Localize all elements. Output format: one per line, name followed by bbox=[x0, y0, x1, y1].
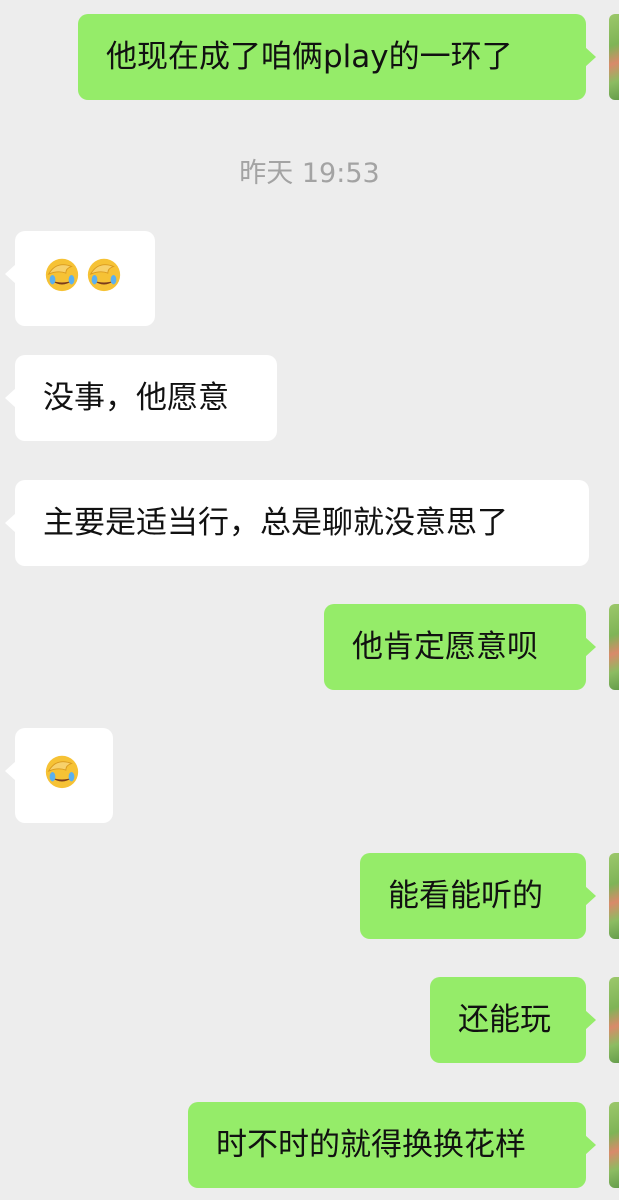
message-row-outgoing: 他现在成了咱俩play的一环了 bbox=[0, 14, 619, 100]
message-row-incoming: 没事，他愿意 bbox=[0, 355, 619, 441]
message-row-incoming bbox=[0, 728, 619, 823]
face-palm-crying-emoji bbox=[45, 258, 79, 292]
self-avatar[interactable] bbox=[609, 1102, 619, 1188]
face-palm-crying-emoji bbox=[45, 755, 79, 789]
message-bubble-outgoing[interactable]: 他肯定愿意呗 bbox=[324, 604, 596, 690]
message-row-incoming bbox=[0, 231, 619, 326]
message-bubble-outgoing[interactable]: 他现在成了咱俩play的一环了 bbox=[78, 14, 596, 100]
message-bubble-incoming[interactable] bbox=[5, 231, 155, 326]
message-text: 还能玩 bbox=[458, 1002, 551, 1038]
self-avatar[interactable] bbox=[609, 604, 619, 690]
message-text: 他肯定愿意呗 bbox=[352, 629, 538, 665]
message-text: 时不时的就得换换花样 bbox=[216, 1127, 526, 1163]
self-avatar[interactable] bbox=[609, 853, 619, 939]
message-bubble-incoming[interactable]: 没事，他愿意 bbox=[5, 355, 277, 441]
message-bubble-incoming[interactable]: 主要是适当行，总是聊就没意思了 bbox=[5, 480, 589, 566]
message-bubble-outgoing[interactable]: 还能玩 bbox=[430, 977, 596, 1063]
message-text: 主要是适当行，总是聊就没意思了 bbox=[43, 505, 508, 541]
message-row-outgoing: 还能玩 bbox=[0, 977, 619, 1063]
message-row-incoming: 主要是适当行，总是聊就没意思了 bbox=[0, 480, 619, 566]
message-row-outgoing: 时不时的就得换换花样 bbox=[0, 1102, 619, 1188]
message-bubble-outgoing[interactable]: 能看能听的 bbox=[360, 853, 596, 939]
message-text: 他现在成了咱俩play的一环了 bbox=[106, 39, 513, 75]
face-palm-crying-emoji bbox=[87, 258, 121, 292]
chat-area[interactable]: 他现在成了咱俩play的一环了 昨天 19:53 没事，他愿意 主要是适当行，总… bbox=[0, 0, 619, 1200]
message-bubble-incoming[interactable] bbox=[5, 728, 113, 823]
message-row-outgoing: 他肯定愿意呗 bbox=[0, 604, 619, 690]
self-avatar[interactable] bbox=[609, 14, 619, 100]
message-text: 没事，他愿意 bbox=[43, 380, 229, 416]
message-text: 能看能听的 bbox=[388, 878, 543, 914]
timestamp: 昨天 19:53 bbox=[239, 158, 380, 189]
self-avatar[interactable] bbox=[609, 977, 619, 1063]
message-bubble-outgoing[interactable]: 时不时的就得换换花样 bbox=[188, 1102, 596, 1188]
message-row-outgoing: 能看能听的 bbox=[0, 853, 619, 939]
